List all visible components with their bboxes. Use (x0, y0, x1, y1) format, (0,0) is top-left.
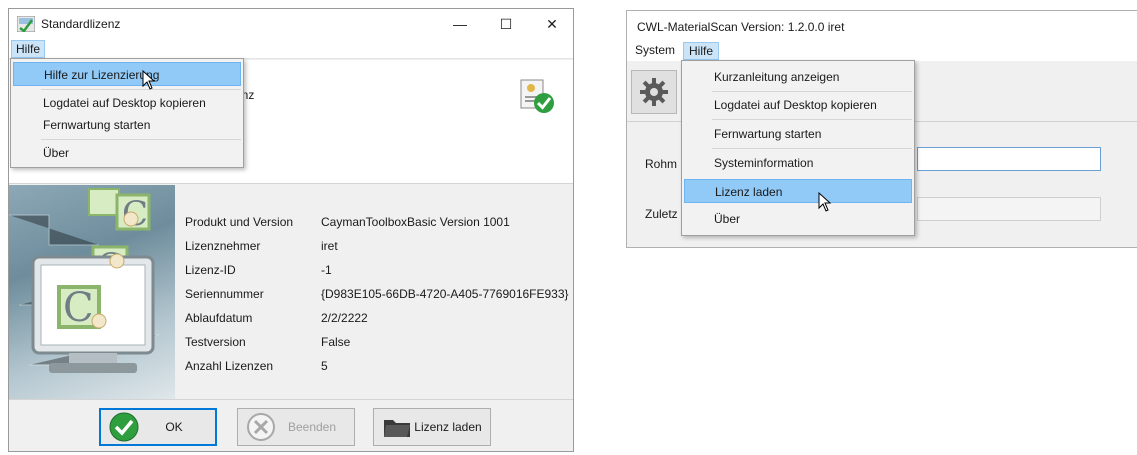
info-value: -1 (321, 263, 332, 277)
menu-separator (712, 119, 912, 120)
mouse-cursor-icon (818, 192, 832, 212)
info-row-licensee: Lizenznehmer iret (185, 239, 575, 259)
hilfe-dropdown-menu-right: Kurzanleitung anzeigen Logdatei auf Desk… (681, 60, 915, 236)
menu-item-fernwartung-starten[interactable]: Fernwartung starten (684, 122, 912, 146)
menu-separator (41, 139, 241, 140)
info-value: CaymanToolboxBasic Version 1001 (321, 215, 510, 229)
menu-hilfe[interactable]: Hilfe (11, 40, 46, 58)
info-label: Anzahl Lizenzen (185, 359, 274, 373)
info-label: Lizenznehmer (185, 239, 261, 253)
lizenz-laden-button-label: Lizenz laden (414, 420, 482, 434)
title-bar[interactable]: Standardlizenz — ☐ ✕ (9, 9, 573, 39)
check-circle-icon (109, 412, 139, 442)
window-title: CWL-MaterialScan Version: 1.2.0.0 iret (637, 20, 845, 34)
ok-button-label: OK (165, 420, 183, 434)
menu-item-hilfe-zur-lizenzierung[interactable]: Hilfe zur Lizenzierung (13, 62, 241, 86)
menu-item-fernwartung-starten[interactable]: Fernwartung starten (13, 113, 241, 137)
menu-item-ueber[interactable]: Über (13, 141, 241, 165)
mouse-cursor-icon (142, 70, 156, 90)
menu-item-systeminformation[interactable]: Systeminformation (684, 151, 912, 175)
hilfe-dropdown-menu: Hilfe zur Lizenzierung Logdatei auf Desk… (10, 58, 244, 168)
menu-bar: System Hilfe (627, 41, 1137, 61)
menu-separator (712, 91, 912, 92)
info-value: 5 (321, 359, 328, 373)
info-label: Seriennummer (185, 287, 264, 301)
menu-item-kurzanleitung[interactable]: Kurzanleitung anzeigen (684, 65, 912, 89)
button-bar: OK Beenden Lizenz laden (9, 399, 573, 451)
menu-separator (712, 148, 912, 149)
menu-item-ueber[interactable]: Über (684, 207, 912, 231)
svg-text:C: C (63, 285, 94, 331)
ok-button[interactable]: OK (99, 408, 217, 446)
lizenz-laden-button[interactable]: Lizenz laden (373, 408, 491, 446)
info-value: False (321, 335, 351, 349)
gear-icon (640, 78, 668, 106)
cayman-logo-illustration: C C C (9, 185, 175, 399)
license-info: Produkt und Version CaymanToolboxBasic V… (175, 185, 573, 399)
beenden-button-label: Beenden (287, 420, 337, 434)
rohm-input[interactable] (917, 147, 1101, 171)
info-value: iret (321, 239, 338, 253)
menu-item-logdatei-kopieren[interactable]: Logdatei auf Desktop kopieren (684, 93, 912, 117)
close-button[interactable]: ✕ (529, 9, 575, 39)
info-row-expiry: Ablaufdatum 2/2/2222 (185, 311, 575, 331)
info-value: {D983E105-66DB-4720-A405-7769016FE933} (321, 287, 569, 301)
menu-item-logdatei-kopieren[interactable]: Logdatei auf Desktop kopieren (13, 91, 241, 115)
menu-separator (41, 89, 241, 90)
beenden-button[interactable]: Beenden (237, 408, 355, 446)
info-row-license-count: Anzahl Lizenzen 5 (185, 359, 575, 379)
info-label: Testversion (185, 335, 246, 349)
app-icon (17, 16, 35, 32)
info-label: Lizenz-ID (185, 263, 236, 277)
zuletzt-input (917, 197, 1101, 221)
menu-system[interactable]: System (635, 43, 675, 57)
row-label-zuletzt: Zuletz (645, 207, 678, 221)
settings-button[interactable] (631, 70, 677, 114)
info-row-license-id: Lizenz-ID -1 (185, 263, 575, 283)
info-row-serial: Seriennummer {D983E105-66DB-4720-A405-77… (185, 287, 575, 307)
maximize-button[interactable]: ☐ (483, 9, 529, 39)
certificate-check-icon (520, 79, 554, 113)
cancel-circle-icon (247, 413, 275, 441)
info-label: Produkt und Version (185, 215, 294, 229)
info-value: 2/2/2222 (321, 311, 368, 325)
minimize-button[interactable]: — (437, 9, 483, 39)
folder-icon (384, 420, 410, 437)
menu-hilfe[interactable]: Hilfe (683, 42, 720, 60)
info-row-trial: Testversion False (185, 335, 575, 355)
window-title: Standardlizenz (41, 17, 121, 31)
title-bar[interactable]: CWL-MaterialScan Version: 1.2.0.0 iret (627, 11, 1137, 41)
menu-item-lizenz-laden[interactable]: Lizenz laden (684, 179, 912, 203)
row-label-rohm: Rohm (645, 157, 678, 171)
menu-bar: Hilfe (9, 39, 573, 59)
info-row-product: Produkt und Version CaymanToolboxBasic V… (185, 215, 575, 235)
info-label: Ablaufdatum (185, 311, 253, 325)
